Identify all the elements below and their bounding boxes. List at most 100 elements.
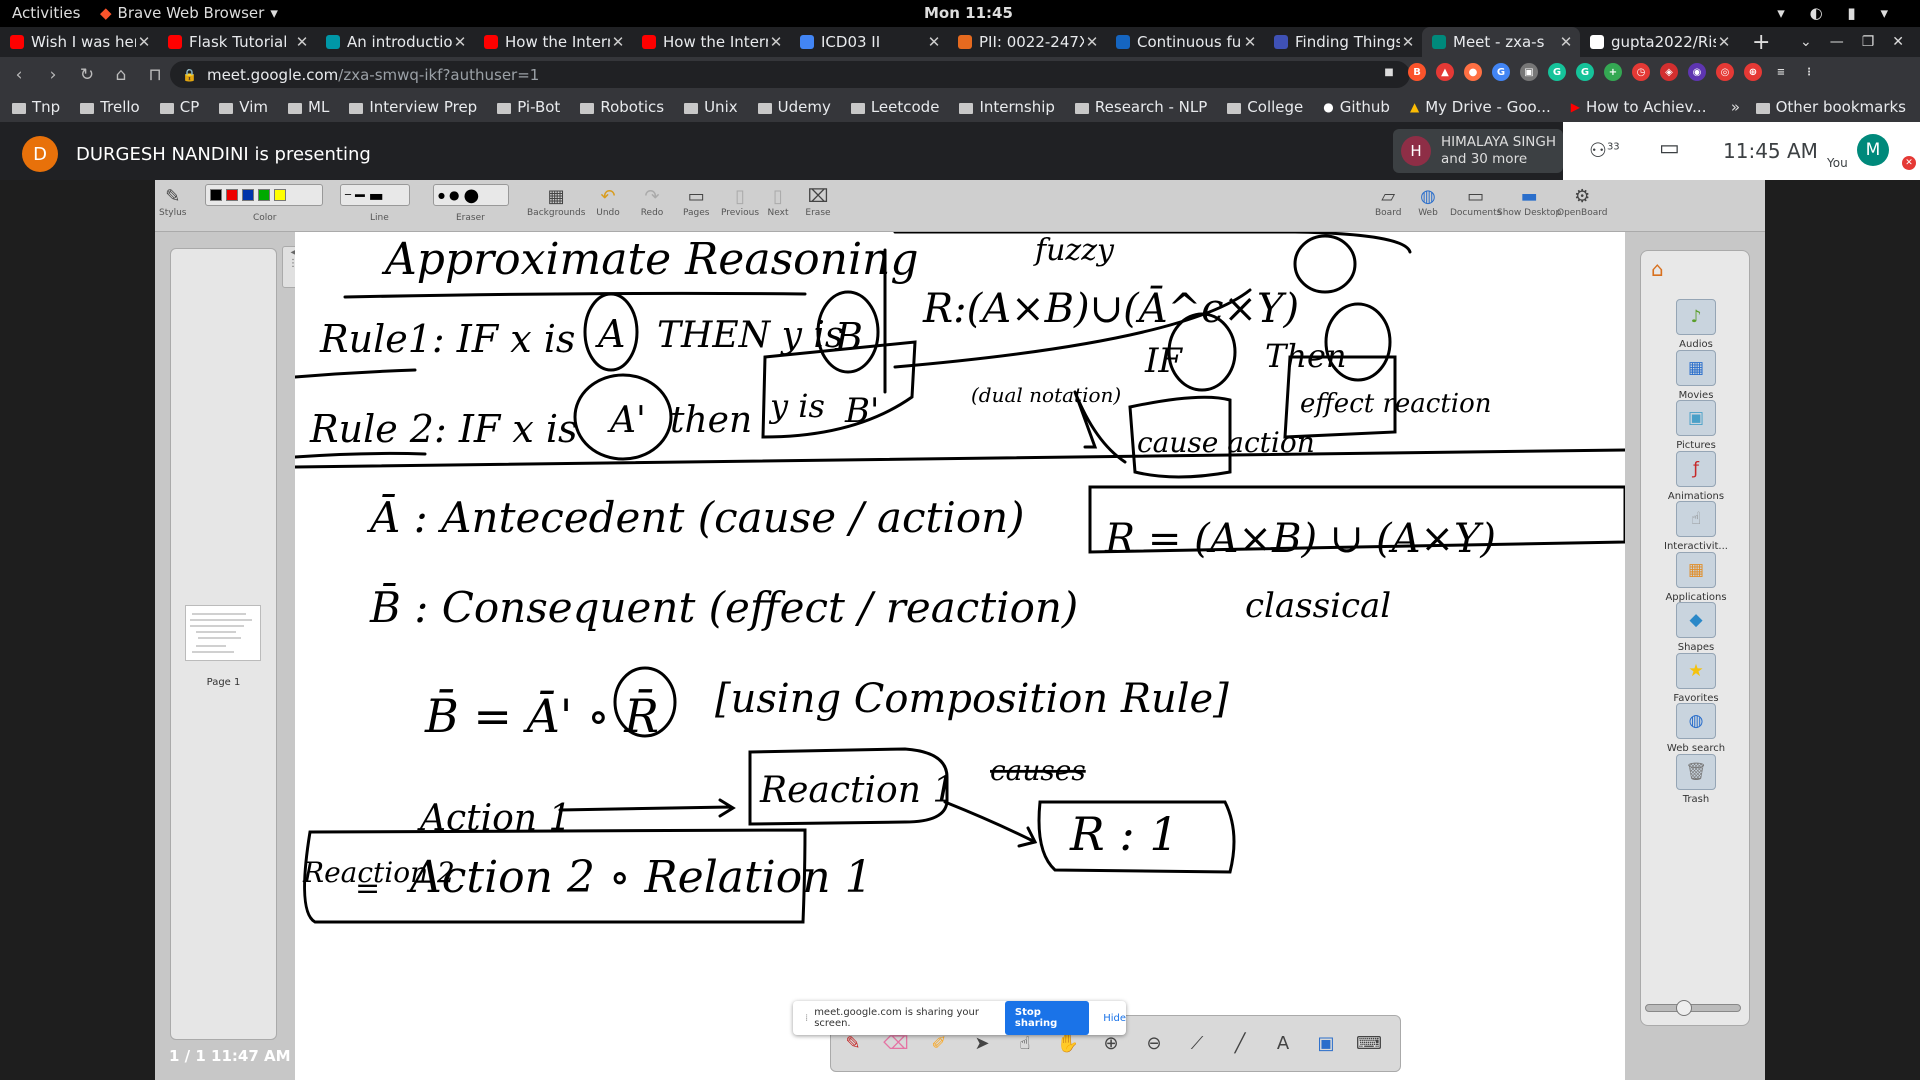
more-bookmarks-icon[interactable]: » [1731, 98, 1740, 116]
bookmark-folder[interactable]: Vim [219, 98, 268, 116]
library-item[interactable]: ♪ Audios [1641, 299, 1751, 350]
tab-close-icon[interactable]: ✕ [452, 33, 468, 51]
line-thick-icon[interactable]: ▬ [369, 186, 384, 205]
extension-icon[interactable]: ◎ [1716, 63, 1734, 81]
browser-tab[interactable]: gupta2022/Ris ✕ [1580, 27, 1738, 57]
shield-icon[interactable]: ◈ [1660, 63, 1678, 81]
library-item[interactable]: ◆ Shapes [1641, 602, 1751, 653]
text-icon[interactable]: A [1271, 1032, 1295, 1056]
bookmark-folder[interactable]: Tnp [12, 98, 60, 116]
zoom-out-icon[interactable]: ⊖ [1142, 1032, 1166, 1056]
hand-icon[interactable]: ✋ [1056, 1032, 1080, 1056]
tab-search-icon[interactable]: ⌄ [1800, 34, 1812, 50]
next-tool[interactable]: ▯ Next [765, 184, 791, 219]
add-icon[interactable]: + [1604, 63, 1622, 81]
stylus-tool[interactable]: ✎ Stylus [159, 184, 186, 219]
bookmark-folder[interactable]: Research - NLP [1074, 98, 1207, 116]
zoom-in-icon[interactable]: ⊕ [1099, 1032, 1123, 1056]
eraser-size-picker[interactable]: ● ● ● [433, 184, 509, 206]
translate-icon[interactable]: G [1492, 63, 1510, 81]
backgrounds-tool[interactable]: ▦ Backgrounds [527, 184, 585, 219]
menu-icon[interactable]: ⋮ [1800, 63, 1818, 81]
bookmark-link[interactable]: ● Github [1323, 98, 1390, 116]
bookmark-folder[interactable]: College [1227, 98, 1303, 116]
home-icon[interactable]: ⌂ [106, 65, 136, 85]
bookmark-folder[interactable]: CP [159, 98, 199, 116]
close-icon[interactable]: ✕ [1892, 34, 1904, 50]
library-item[interactable]: 🗑 Trash [1641, 753, 1751, 805]
extension-icon[interactable]: ⊕ [1744, 63, 1762, 81]
eraser-icon[interactable]: ⌫ [883, 1032, 908, 1056]
zoom-slider[interactable] [1645, 1000, 1741, 1016]
browser-tab[interactable]: How the Intern ✕ [632, 27, 790, 57]
extension-icon[interactable]: ◉ [1688, 63, 1706, 81]
color-red[interactable] [226, 189, 238, 201]
grammarly-icon[interactable]: G [1548, 63, 1566, 81]
browser-tab[interactable]: Meet - zxa-s ✕ [1422, 27, 1580, 57]
bookmark-folder[interactable]: Pi-Bot [497, 98, 560, 116]
browser-tab[interactable]: Continuous fu ✕ [1106, 27, 1264, 57]
system-tray[interactable]: ▾ ◐ ▮ ▾ [1777, 4, 1898, 22]
participant-tile[interactable]: H HIMALAYA SINGH and 30 more [1393, 129, 1563, 173]
browser-tab[interactable]: Flask Tutorial ✕ [158, 27, 316, 57]
color-yellow[interactable] [274, 189, 286, 201]
stop-sharing-button[interactable]: Stop sharing [1004, 1001, 1090, 1035]
tab-close-icon[interactable]: ✕ [610, 33, 626, 51]
bookmark-folder[interactable]: Unix [684, 98, 738, 116]
extension-icon[interactable]: ▣ [1520, 63, 1538, 81]
hide-button[interactable]: Hide [1103, 1013, 1126, 1024]
board-tool[interactable]: ▱ Board [1375, 184, 1401, 219]
zoom-slider-knob[interactable] [1676, 1000, 1692, 1016]
bookmark-folder[interactable]: Udemy [757, 98, 831, 116]
color-green[interactable] [258, 189, 270, 201]
tab-close-icon[interactable]: ✕ [768, 33, 784, 51]
brave-shields-icon[interactable]: B [1408, 63, 1426, 81]
tab-close-icon[interactable]: ✕ [1084, 33, 1100, 51]
new-tab-icon[interactable]: + [1752, 30, 1770, 55]
tab-close-icon[interactable]: ✕ [1400, 33, 1416, 51]
library-item[interactable]: ƒ Animations [1641, 450, 1751, 502]
maximize-icon[interactable]: ❐ [1862, 34, 1875, 50]
pen-icon[interactable]: ✎ [841, 1032, 865, 1056]
camera-icon[interactable]: ■ [1380, 63, 1398, 81]
bookmark-folder[interactable]: Trello [80, 98, 140, 116]
reading-list-icon[interactable]: ≡ [1772, 63, 1790, 81]
bookmark-link[interactable]: ▲ My Drive - Goo... [1410, 98, 1551, 116]
line-icon[interactable]: ╱ [1228, 1032, 1252, 1056]
share-drag-icon[interactable]: ⁞ [805, 1013, 808, 1024]
web-tool[interactable]: ◍ Web [1415, 184, 1441, 219]
tab-close-icon[interactable]: ✕ [1716, 33, 1732, 51]
library-item[interactable]: ☝ Interactivit... [1641, 501, 1751, 552]
redo-tool[interactable]: ↷ Redo [639, 184, 665, 219]
grammarly-icon[interactable]: G [1576, 63, 1594, 81]
bookmark-icon[interactable]: ⊓ [140, 65, 170, 85]
tab-close-icon[interactable]: ✕ [136, 33, 152, 51]
eraser-small-icon[interactable]: ● [438, 191, 445, 200]
browser-tab[interactable]: Wish I was here✕ [0, 27, 158, 57]
reload-icon[interactable]: ↻ [72, 65, 102, 85]
undo-tool[interactable]: ↶ Undo [595, 184, 621, 219]
extension-icon[interactable]: ● [1464, 63, 1482, 81]
forward-icon[interactable]: › [38, 65, 68, 85]
color-black[interactable] [210, 189, 222, 201]
eraser-large-icon[interactable]: ● [463, 185, 479, 206]
tab-close-icon[interactable]: ✕ [1242, 33, 1258, 51]
previous-tool[interactable]: ▯ Previous [721, 184, 759, 219]
tab-close-icon[interactable]: ✕ [294, 33, 310, 51]
lock-icon[interactable]: 🔒 [182, 68, 197, 82]
bookmark-folder[interactable]: Robotics [580, 98, 664, 116]
openboard-menu-tool[interactable]: ⚙ OpenBoard [1557, 184, 1608, 219]
library-item[interactable]: ▣ Pictures [1641, 400, 1751, 451]
browser-tab[interactable]: An introduction ✕ [316, 27, 474, 57]
browser-tab[interactable]: ICD03 II ✕ [790, 27, 948, 57]
bookmark-folder[interactable]: Interview Prep [349, 98, 477, 116]
color-palette[interactable] [205, 184, 323, 206]
color-blue[interactable] [242, 189, 254, 201]
whiteboard-canvas[interactable]: Approximate Reasoning fuzzy Rule1: IF x … [295, 232, 1625, 1080]
pages-tool[interactable]: ▭ Pages [683, 184, 709, 219]
browser-tab[interactable]: Finding Things ✕ [1264, 27, 1422, 57]
people-button[interactable]: ⚇33 [1589, 138, 1620, 162]
app-menu[interactable]: ◆ Brave Web Browser ▾ [100, 4, 278, 22]
line-width-picker[interactable]: ─ ━ ▬ [340, 184, 410, 206]
brave-rewards-icon[interactable]: ▲ [1436, 63, 1454, 81]
